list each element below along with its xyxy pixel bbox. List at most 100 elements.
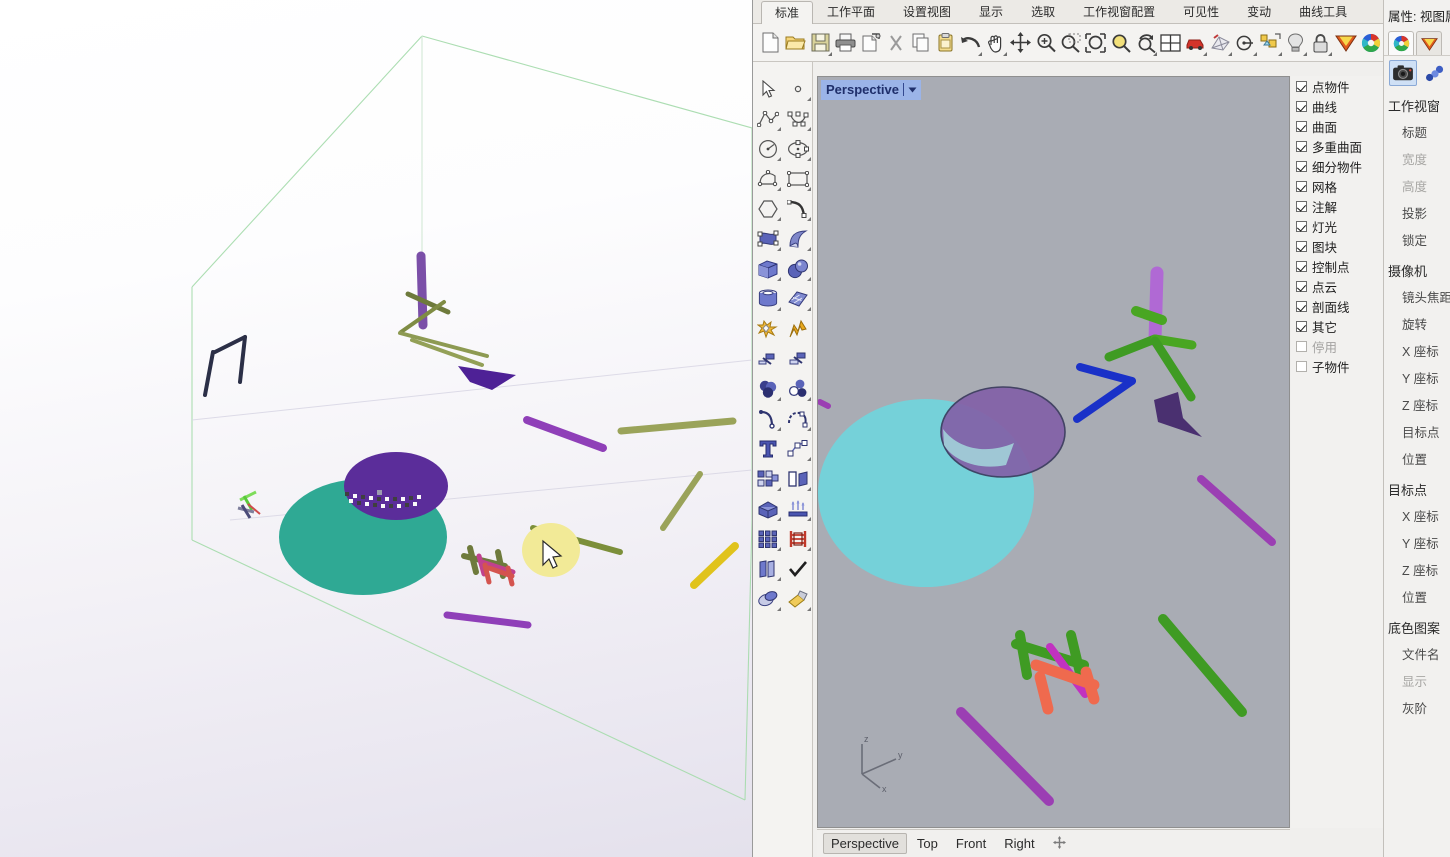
vptab-right[interactable]: Right: [996, 833, 1042, 854]
props-row-target-z[interactable]: Z 座标: [1384, 556, 1450, 583]
new-file-button[interactable]: [758, 28, 783, 58]
filter-checkbox[interactable]: [1296, 280, 1307, 292]
dimension-button[interactable]: [1233, 28, 1258, 58]
filter-checkbox[interactable]: [1296, 160, 1307, 172]
filter-checkbox[interactable]: [1296, 80, 1307, 92]
move-button[interactable]: [1008, 28, 1033, 58]
filter-checkbox[interactable]: [1296, 360, 1307, 372]
offset-curve-tool[interactable]: [753, 404, 783, 434]
props-row-camera-z[interactable]: Z 座标: [1384, 391, 1450, 418]
curve-blend-tool[interactable]: [783, 194, 813, 224]
props-row-rotation[interactable]: 旋转: [1384, 310, 1450, 337]
lock-button[interactable]: [1308, 28, 1333, 58]
filter-checkbox[interactable]: [1296, 120, 1307, 132]
polyline-tool[interactable]: [753, 104, 783, 134]
props-row-title[interactable]: 标题: [1384, 118, 1450, 145]
filter-item-subobjects[interactable]: 子物件: [1291, 356, 1383, 376]
filter-checkbox[interactable]: [1296, 200, 1307, 212]
paste-button[interactable]: [933, 28, 958, 58]
rotate-view-button[interactable]: [1133, 28, 1158, 58]
filter-item-points[interactable]: 点物件: [1291, 76, 1383, 96]
surface-from-points-tool[interactable]: [753, 224, 783, 254]
point-editing-tool[interactable]: [783, 434, 813, 464]
filter-item-blocks[interactable]: 图块: [1291, 236, 1383, 256]
props-row-target-position[interactable]: 位置: [1384, 583, 1450, 610]
filter-item-subd[interactable]: 细分物件: [1291, 156, 1383, 176]
material-button[interactable]: [1333, 28, 1358, 58]
filter-item-others[interactable]: 其它: [1291, 316, 1383, 336]
scale-tool[interactable]: [783, 524, 813, 554]
filter-checkbox[interactable]: [1296, 100, 1307, 112]
render-paint-tool[interactable]: [783, 584, 813, 614]
render-mesh-button[interactable]: [1208, 28, 1233, 58]
control-point-curve-tool[interactable]: [783, 104, 813, 134]
check-ok-tool[interactable]: [783, 554, 813, 584]
props-row-projection[interactable]: 投影: [1384, 199, 1450, 226]
filter-checkbox[interactable]: [1296, 180, 1307, 192]
props-row-camera-target[interactable]: 目标点: [1384, 418, 1450, 445]
main-tools-toolbar[interactable]: [753, 62, 813, 857]
zoom-extents-button[interactable]: [1083, 28, 1108, 58]
export-button[interactable]: [858, 28, 883, 58]
surface-patch-tool[interactable]: [783, 284, 813, 314]
four-view-button[interactable]: [1158, 28, 1183, 58]
mesh-tool[interactable]: [753, 584, 783, 614]
split-tool[interactable]: [783, 344, 813, 374]
box-tool[interactable]: [753, 254, 783, 284]
mirror-tool[interactable]: [783, 464, 813, 494]
props-row-width[interactable]: 宽度: [1384, 145, 1450, 172]
filter-item-disabled[interactable]: 停用: [1291, 336, 1383, 356]
blend-curve-tool[interactable]: [783, 404, 813, 434]
zoom-in-button[interactable]: [1033, 28, 1058, 58]
filter-checkbox[interactable]: [1296, 320, 1307, 332]
filter-checkbox[interactable]: [1296, 220, 1307, 232]
array-tool[interactable]: [753, 464, 783, 494]
properties-panel[interactable]: 属性: 视图属性: [1383, 0, 1450, 857]
filter-item-surfaces[interactable]: 曲面: [1291, 116, 1383, 136]
tab-visibility[interactable]: 可见性: [1169, 0, 1233, 23]
filter-checkbox[interactable]: [1296, 340, 1307, 352]
print-button[interactable]: [833, 28, 858, 58]
layer-tool[interactable]: [753, 554, 783, 584]
open-folder-button[interactable]: [783, 28, 808, 58]
filter-checkbox[interactable]: [1296, 240, 1307, 252]
filter-item-annotations[interactable]: 注解: [1291, 196, 1383, 216]
tab-cplane[interactable]: 工作平面: [813, 0, 889, 23]
props-row-grayscale[interactable]: 灰阶: [1384, 694, 1450, 721]
props-row-filename[interactable]: 文件名: [1384, 640, 1450, 667]
tab-transform[interactable]: 变动: [1233, 0, 1285, 23]
light-button[interactable]: [1283, 28, 1308, 58]
zoom-selected-button[interactable]: [1108, 28, 1133, 58]
props-row-camera-position[interactable]: 位置: [1384, 445, 1450, 472]
props-row-target-x[interactable]: X 座标: [1384, 502, 1450, 529]
boolean-union-tool[interactable]: [753, 374, 783, 404]
rectangle-tool[interactable]: [783, 164, 813, 194]
tab-viewport-layout[interactable]: 工作视窗配置: [1069, 0, 1169, 23]
cap-holes-tool[interactable]: [753, 494, 783, 524]
ellipse-tool[interactable]: [783, 134, 813, 164]
main-render-view[interactable]: [0, 0, 752, 857]
props-row-height[interactable]: 高度: [1384, 172, 1450, 199]
zoom-window-button[interactable]: [1058, 28, 1083, 58]
color-wheel-button[interactable]: [1358, 28, 1383, 58]
polygon-tool[interactable]: [753, 194, 783, 224]
loft-surface-tool[interactable]: [783, 224, 813, 254]
tab-set-view[interactable]: 设置视图: [889, 0, 965, 23]
ribbon-tab-strip[interactable]: 标准 工作平面 设置视图 显示 选取 工作视窗配置 可见性 变动 曲线工具: [753, 0, 1450, 24]
filter-item-meshes[interactable]: 网格: [1291, 176, 1383, 196]
filter-checkbox[interactable]: [1296, 300, 1307, 312]
filter-checkbox[interactable]: [1296, 140, 1307, 152]
fillet-tool[interactable]: [783, 314, 813, 344]
properties-tab-bar[interactable]: [1384, 25, 1450, 55]
save-button[interactable]: [808, 28, 833, 58]
standard-toolbar[interactable]: [753, 24, 1450, 62]
block-button[interactable]: [1258, 28, 1283, 58]
arc-tool[interactable]: [753, 164, 783, 194]
tab-select[interactable]: 选取: [1017, 0, 1069, 23]
filter-item-curves[interactable]: 曲线: [1291, 96, 1383, 116]
render-button[interactable]: [1183, 28, 1208, 58]
filter-item-pointclouds[interactable]: 点云: [1291, 276, 1383, 296]
filter-checkbox[interactable]: [1296, 260, 1307, 272]
visibility-filter-panel[interactable]: 点物件 曲线 曲面 多重曲面 细分物件 网格 注解 灯光 图块 控制点 点云 剖…: [1291, 76, 1383, 828]
viewport-title-button[interactable]: Perspective: [821, 80, 921, 100]
